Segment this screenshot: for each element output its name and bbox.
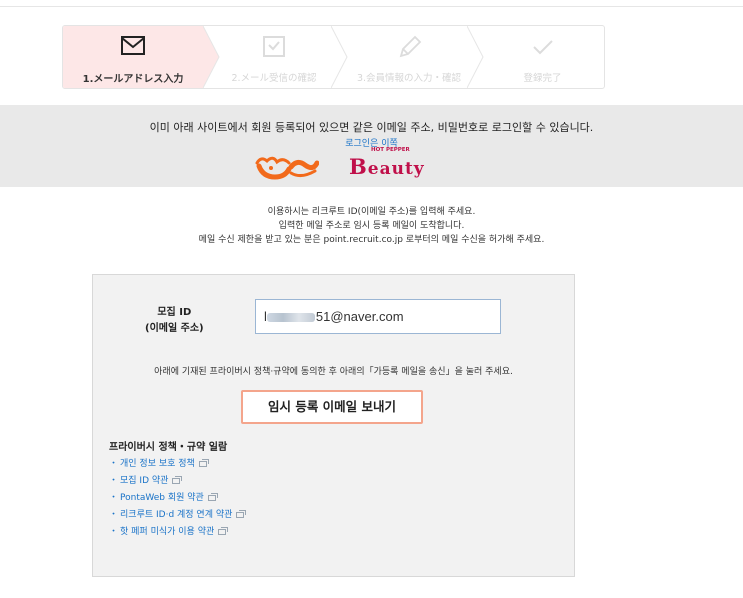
send-temp-registration-email-button[interactable]: 임시 등록 이메일 보내기 [241, 390, 423, 424]
policy-link-label: 리크루트 ID·d 계정 연계 약관 [120, 510, 233, 520]
partner-logos: HOT PEPPER Beauty [255, 147, 424, 184]
email-field[interactable]: l 51@naver.com [255, 299, 501, 334]
step-member-info: 3.会員情報の入力・確認 [345, 26, 473, 88]
registration-form: 모집 ID (이메일 주소) l 51@naver.com 아래에 기재된 프라이… [92, 274, 575, 577]
pencil-icon [345, 35, 473, 61]
top-divider [0, 6, 743, 7]
external-window-icon [236, 510, 247, 518]
label-line: 모집 ID [157, 307, 192, 318]
external-window-icon [207, 493, 218, 501]
checkmark-icon [481, 35, 604, 61]
instruction-line: 메일 수신 제한을 받고 있는 분은 point.recruit.co.jp 로… [198, 235, 545, 245]
label-line: (이메일 주소) [145, 323, 204, 334]
envelope-check-icon [213, 35, 335, 61]
step-label: 登録完了 [523, 73, 562, 84]
external-window-icon [172, 476, 183, 484]
step-number: 1. [82, 74, 94, 85]
email-field-label: 모집 ID (이메일 주소) [145, 305, 204, 337]
logo-b-letter: B [349, 154, 368, 179]
policy-link-label: PontaWeb 회원 약관 [120, 493, 204, 503]
policy-link-label: 핫 페퍼 미식가 이용 약관 [120, 527, 215, 537]
external-window-icon [198, 459, 209, 467]
step-label: メール受信の確認 [240, 73, 317, 84]
policy-link-d-account[interactable]: ・ 리크루트 ID·d 계정 연계 약관 [109, 507, 247, 524]
hotpepper-beauty-logo: HOT PEPPER Beauty [349, 147, 425, 179]
agree-text: 아래에 기재된 프라이버시 정책·규약에 동의한 후 아래의「가등록 메일을 송… [154, 367, 513, 377]
email-suffix: 51@naver.com [315, 309, 404, 324]
instruction-line: 입력한 메일 주소로 임시 등록 메일이 도착합니다. [278, 221, 465, 231]
step-label: 会員情報の入力・確認 [366, 73, 462, 84]
step-label: メールアドレス入力 [93, 74, 184, 85]
policy-link-label: 모집 ID 약관 [120, 476, 169, 486]
step-number: 2. [231, 73, 241, 84]
policy-list-title: 프라이버시 정책・규약 일람 [109, 442, 228, 453]
step-complete: 登録完了 [481, 26, 604, 88]
policy-link-hotpepper-gourmet[interactable]: ・ 핫 페퍼 미식가 이용 약관 [109, 524, 244, 541]
ponta-logo [255, 156, 319, 180]
step-email-input: 1.メールアドレス入力 [63, 26, 203, 88]
notice-text: 이미 아래 사이트에서 회원 등록되어 있으면 같은 이메일 주소, 비밀번호로… [149, 121, 594, 134]
step-number: 3. [356, 73, 367, 84]
registration-steps: 1.メールアドレス入力 2.メール受信の確認 3.会員情報の入力・確認 登録完了 [62, 25, 605, 89]
logo-hotpepper-text: HOT PEPPER [371, 147, 410, 153]
policy-link-pontaweb[interactable]: ・ PontaWeb 회원 약관 [109, 490, 244, 507]
redacted-blur [266, 313, 315, 323]
logo-eauty-text: eauty [367, 159, 425, 179]
external-window-icon [218, 527, 229, 535]
existing-account-notice: 이미 아래 사이트에서 회원 등록되어 있으면 같은 이메일 주소, 비밀번호로… [0, 105, 743, 187]
policy-link-label: 개인 정보 보호 정책 [120, 459, 195, 469]
policy-link-recruit-id[interactable]: ・ 모집 ID 약관 [109, 473, 244, 490]
instruction-line: 이용하시는 리크루트 ID(이메일 주소)를 입력해 주세요. [267, 207, 476, 217]
policy-link-privacy[interactable]: ・ 개인 정보 보호 정책 [109, 456, 244, 473]
policy-list: ・ 개인 정보 보호 정책 ・ 모집 ID 약관 ・ PontaWeb 회원 약관 ・… [109, 456, 247, 541]
envelope-icon [63, 35, 203, 61]
step-mail-confirm: 2.メール受信の確認 [213, 26, 335, 88]
instructions: 이용하시는 리크루트 ID(이메일 주소)를 입력해 주세요. 입력한 메일 주… [0, 205, 743, 247]
